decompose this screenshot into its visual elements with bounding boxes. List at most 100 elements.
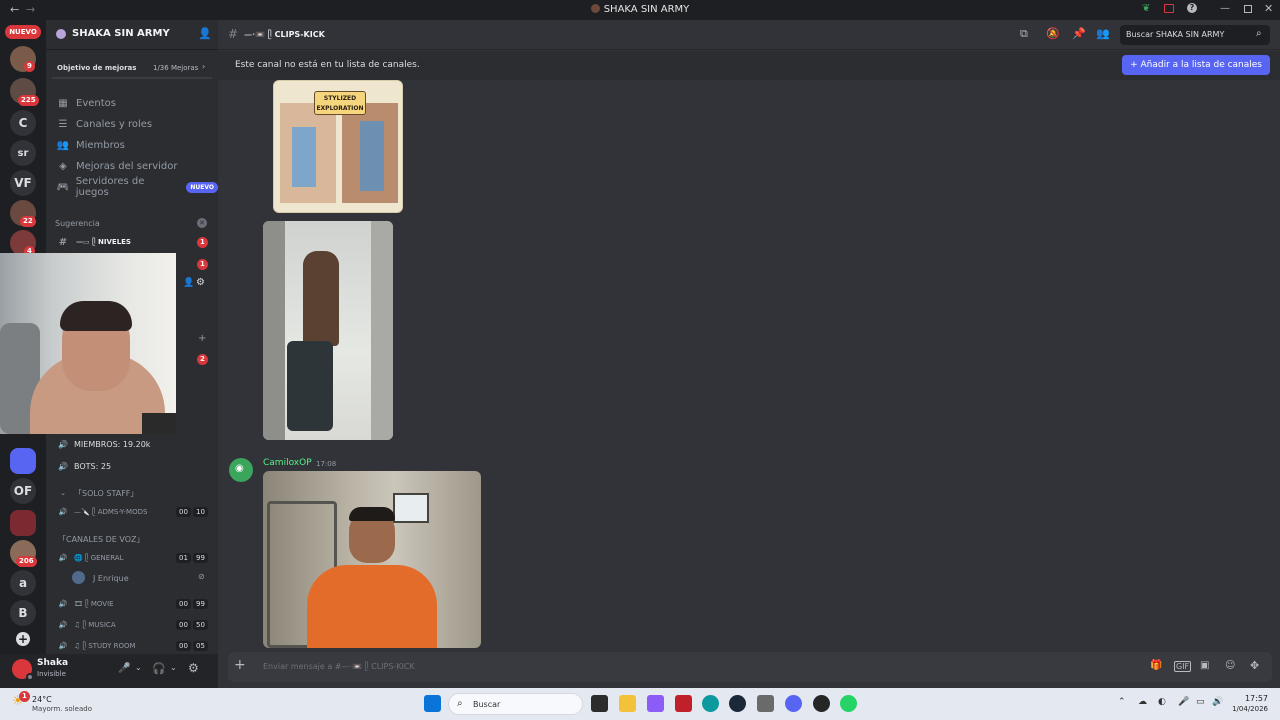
attach-plus-icon[interactable]: + xyxy=(234,657,246,673)
obs-icon[interactable] xyxy=(813,695,830,712)
voice-adms[interactable]: 🔊 —🔪 ᥫ ADMS-Y-MODS 00 10 xyxy=(46,505,218,519)
clock-date[interactable]: 1/04/2026 xyxy=(1226,705,1268,713)
network-icon[interactable]: ▭ xyxy=(1196,697,1205,707)
category-voice[interactable]: 「CANALES DE VOZ」 xyxy=(46,533,218,545)
add-channel-icon[interactable]: + xyxy=(198,333,206,344)
channel-notice-bar: Este canal no está en tu lista de canale… xyxy=(218,51,1280,80)
menu-boosts[interactable]: ◈ Mejoras del servidor xyxy=(46,159,218,173)
server-header[interactable]: SHAKA SIN ARMY ⌄ 👤 xyxy=(46,20,218,50)
server-boost-icon xyxy=(56,29,66,39)
message-image-comic[interactable]: STYLIZED EXPLORATION xyxy=(273,80,403,213)
category-solo-staff[interactable]: ⌄ 「SOLO STAFF」 xyxy=(46,487,218,499)
add-to-channel-list-button[interactable]: + Añadir a la lista de canales xyxy=(1122,55,1270,75)
chevron-down-icon[interactable]: ⌄ xyxy=(170,663,177,672)
new-badge[interactable]: NUEVO xyxy=(5,25,41,39)
voice-movie[interactable]: 🔊 🎞 ᥫ MOVIE 00 99 xyxy=(46,597,218,611)
comic-figure-right xyxy=(360,121,384,191)
user-name[interactable]: Shaka xyxy=(37,658,68,668)
message-image-cell[interactable] xyxy=(263,471,481,648)
voice-general[interactable]: 🔊 🌐 ᥫ GENERAL 01 99 xyxy=(46,551,218,565)
threads-icon[interactable]: ⧉ xyxy=(1020,27,1028,41)
invite-icon[interactable]: 👤 xyxy=(183,278,194,288)
stat-members[interactable]: 🔊 MIEMBROS: 19.20k xyxy=(46,437,218,451)
menu-game-servers[interactable]: 🎮 Servidores de juegos NUEVO xyxy=(46,176,218,198)
tray-chevron-icon[interactable]: ⌃ xyxy=(1118,697,1126,707)
server-badge-5: 206 xyxy=(16,556,37,567)
task-view-icon[interactable] xyxy=(591,695,608,712)
windows-start-icon[interactable] xyxy=(424,695,441,712)
leaf-icon[interactable]: ❦ xyxy=(1142,3,1150,14)
webcam-overlay xyxy=(0,253,176,434)
speaker-icon: 🔊 xyxy=(58,600,68,608)
help-icon[interactable]: ? xyxy=(1187,3,1197,13)
add-server-icon[interactable]: + xyxy=(16,632,30,646)
server-icon-b[interactable]: B xyxy=(10,600,36,626)
unread-badge: 1 xyxy=(197,259,208,270)
server-icon-sr[interactable]: sr xyxy=(10,140,36,166)
steam-icon[interactable] xyxy=(729,695,746,712)
sticker-icon[interactable]: ▣ xyxy=(1200,660,1209,671)
gif-icon[interactable]: GIF xyxy=(1174,661,1192,672)
discord-icon[interactable] xyxy=(785,695,802,712)
file-explorer-icon[interactable] xyxy=(619,695,636,712)
chevron-right-icon: › xyxy=(202,62,206,71)
menu-channels-roles[interactable]: ☰ Canales y roles xyxy=(46,117,218,131)
channel-header: # —·📼 ᥫ CLIPS-KICK ⧉ 🔕 📌 👥 Buscar SHAKA … xyxy=(218,20,1280,50)
close-icon[interactable]: ✕ xyxy=(1264,2,1273,15)
author-name[interactable]: CamiloxOP xyxy=(263,458,312,468)
server-icon-folder[interactable] xyxy=(10,448,36,474)
minimize-icon[interactable]: — xyxy=(1220,3,1230,14)
message-composer[interactable]: + Enviar mensaje a #—·📼 ᥫ CLIPS-KICK 🎁 G… xyxy=(228,652,1272,682)
server-letter: B xyxy=(18,606,28,620)
microphone-icon[interactable]: 🎤 xyxy=(118,663,130,674)
clock-time[interactable]: 17:57 xyxy=(1232,694,1268,703)
maximize-icon[interactable] xyxy=(1244,5,1252,13)
settings-gear-icon[interactable]: ⚙ xyxy=(188,661,199,675)
server-icon-a[interactable]: a xyxy=(10,570,36,596)
tray-mic-icon[interactable]: 🎤 xyxy=(1178,697,1189,707)
apps-icon[interactable]: ✥ xyxy=(1250,659,1259,672)
notification-bell-icon[interactable]: 🔕 xyxy=(1046,27,1060,40)
dismiss-icon[interactable]: ✕ xyxy=(197,218,207,228)
copilot-icon[interactable] xyxy=(647,695,664,712)
pin-icon[interactable]: 📌 xyxy=(1072,27,1086,40)
chevron-down-icon[interactable]: ⌄ xyxy=(135,663,142,672)
channel-niveles[interactable]: # —▭ ᥫ NIVELES 1 xyxy=(46,235,218,249)
menu-events[interactable]: ▦ Eventos xyxy=(46,96,218,110)
headphones-icon[interactable]: 🎧 xyxy=(152,662,166,675)
voice-musica[interactable]: 🔊 ♫ ᥫ MUSICA 00 50 xyxy=(46,618,218,632)
edge-browser-icon[interactable] xyxy=(702,695,719,712)
server-avatar-icon xyxy=(590,4,600,13)
voice-study[interactable]: 🔊 ♫ ᥫ STUDY ROOM 00 05 xyxy=(46,639,218,653)
gift-icon[interactable]: 🎁 xyxy=(1150,660,1162,671)
weather-badge: 1 xyxy=(19,691,30,702)
server-icon-of[interactable]: OF xyxy=(10,478,36,504)
taskbar-search[interactable]: ⌕ Buscar xyxy=(448,693,583,715)
volume-icon[interactable]: 🔊 xyxy=(1212,697,1223,707)
menu-members[interactable]: 👥 Miembros xyxy=(46,138,218,152)
search-input[interactable]: Buscar SHAKA SIN ARMY ⌕ xyxy=(1120,25,1270,45)
message-image-hallway[interactable] xyxy=(263,221,393,440)
server-icon-c[interactable]: C xyxy=(10,110,36,136)
deafened-icon: ⊘ xyxy=(198,572,205,581)
emoji-icon[interactable]: ☺ xyxy=(1225,660,1235,671)
voice-user[interactable]: J Enrique ⊘ xyxy=(46,571,218,585)
author-avatar[interactable]: ◉ xyxy=(229,458,253,482)
stat-bots[interactable]: 🔊 BOTS: 25 xyxy=(46,459,218,473)
server-icon-5[interactable] xyxy=(10,510,36,536)
member-list-icon[interactable]: 👥 xyxy=(1096,27,1110,40)
person-back xyxy=(303,251,339,346)
invite-people-icon[interactable]: 👤 xyxy=(198,27,212,40)
gear-icon[interactable]: ⚙ xyxy=(196,277,205,288)
office-icon[interactable] xyxy=(675,695,692,712)
inbox-icon[interactable] xyxy=(1164,4,1174,13)
whatsapp-icon[interactable] xyxy=(840,695,857,712)
channel-name: CLIPS-KICK xyxy=(274,30,325,39)
server-icon-vf[interactable]: VF xyxy=(10,170,36,196)
new-tag: NUEVO xyxy=(186,181,218,193)
onedrive-icon[interactable]: ☁ xyxy=(1138,697,1147,707)
unread-badge: 2 xyxy=(197,354,208,365)
tray-app-icon[interactable]: ◐ xyxy=(1158,697,1166,707)
calculator-icon[interactable] xyxy=(757,695,774,712)
boost-goal[interactable]: Objetivo de mejoras 1/36 Mejoras › xyxy=(52,58,212,79)
